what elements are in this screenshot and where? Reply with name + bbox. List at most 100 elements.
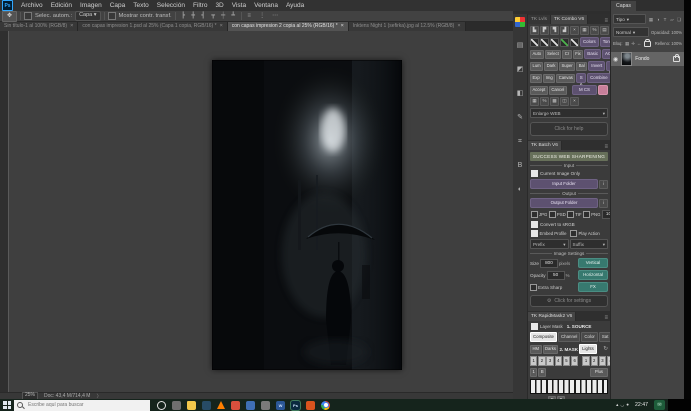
tk-mini-button[interactable]: Lum — [530, 62, 543, 71]
lights-zone-button[interactable]: 3 — [599, 356, 606, 366]
tk-action-icon[interactable]: ▦ — [580, 26, 589, 35]
layer-thumbnail[interactable] — [621, 52, 632, 66]
visibility-eye-icon[interactable]: ◉ — [613, 56, 618, 63]
align-icon[interactable]: ┫ — [199, 12, 208, 20]
close-icon[interactable]: × — [70, 22, 73, 31]
fx-button[interactable]: FX — [578, 282, 608, 292]
tray-icon[interactable]: ● — [626, 402, 629, 408]
close-icon[interactable]: × — [457, 22, 460, 31]
tk-action-icon[interactable]: × — [570, 26, 579, 35]
size-field[interactable]: 800 — [540, 259, 558, 268]
move-tool-icon[interactable]: ✥ — [2, 11, 17, 22]
tk-mini-button[interactable]: Fix — [573, 50, 584, 59]
taskbar-app-icon[interactable] — [157, 401, 166, 410]
source-button[interactable]: Color — [581, 332, 598, 342]
format-option[interactable]: TIF — [567, 211, 581, 218]
tk-action-icon[interactable]: × — [570, 97, 579, 106]
plus-button[interactable]: Plus — [590, 368, 608, 377]
transform-controls-checkbox[interactable] — [108, 12, 116, 20]
zone-piano-keys[interactable] — [530, 379, 608, 394]
format-option[interactable]: JPG — [531, 211, 547, 218]
filter-icon[interactable]: T — [662, 16, 668, 23]
fill-group[interactable]: Relleno: 100% — [655, 41, 682, 46]
zone-sub-button-1[interactable]: 1 — [530, 368, 537, 377]
distribute-icon[interactable]: ⋯ — [271, 12, 280, 20]
menu-item[interactable]: Imagen — [76, 0, 106, 11]
filter-icon[interactable]: ▱ — [669, 16, 675, 23]
extra-sharp-checkbox[interactable] — [530, 284, 537, 291]
menu-item[interactable]: Capa — [106, 0, 130, 11]
lights-zone-button[interactable]: 1 — [582, 356, 589, 366]
taskbar-app-icon[interactable] — [187, 401, 196, 410]
format-checkbox[interactable] — [583, 211, 590, 218]
darks-zone-button[interactable]: 6 — [571, 356, 578, 366]
autoselect-dropdown[interactable]: Capa ▾ — [75, 11, 100, 21]
document-tab[interactable]: con capas impresion 1.psd al 25% (Capa 1… — [78, 22, 227, 31]
filter-icon[interactable]: ▦ — [648, 16, 654, 23]
tk-action-icon[interactable]: ▤ — [600, 26, 609, 35]
document-tab[interactable]: con capas impresion 2 copia al 25% (RGB/… — [228, 22, 349, 31]
tray-icon[interactable]: ▴ — [616, 402, 618, 408]
align-icon[interactable]: ╪ — [219, 12, 228, 20]
format-option[interactable]: PSD — [549, 211, 566, 218]
align-icon[interactable]: ┣ — [179, 12, 188, 20]
tk-button[interactable]: M CS — [572, 85, 597, 95]
panel-icon[interactable]: ◧ — [515, 89, 525, 99]
taskbar-app-icon[interactable] — [261, 401, 270, 410]
brush-slash-icon[interactable] — [550, 38, 559, 47]
source-button[interactable]: Channel — [558, 332, 580, 342]
align-icon[interactable]: ╋ — [189, 12, 198, 20]
tk-mini-button[interactable]: Exp — [530, 74, 542, 83]
horizontal-button[interactable]: Horizontal — [578, 270, 608, 280]
panel-tab[interactable]: TK Lvls — [528, 15, 551, 24]
info-icon[interactable]: i — [599, 180, 608, 189]
tk-button[interactable]: Combine — [587, 73, 611, 83]
layers-tab[interactable]: Capas — [611, 1, 636, 11]
brush-slash-icon[interactable] — [560, 38, 569, 47]
taskbar-app-icon[interactable]: Ps — [291, 401, 300, 410]
tk-mini-button[interactable]: Bal — [576, 62, 587, 71]
tk-mini-button[interactable]: Super — [559, 62, 575, 71]
tk-action-icon[interactable]: % — [540, 97, 549, 106]
brush-slash-icon[interactable] — [570, 38, 579, 47]
vertical-button[interactable]: Vertical — [578, 258, 608, 268]
menu-item[interactable]: Ayuda — [282, 0, 308, 11]
tk-action-icon[interactable]: ▦ — [530, 97, 539, 106]
panel-icon[interactable] — [515, 17, 525, 27]
panel-icon[interactable]: ▤ — [515, 41, 525, 51]
lock-option-icon[interactable]: ▦ — [625, 40, 630, 47]
darks-zone-button[interactable]: 5 — [563, 356, 570, 366]
darks-zone-button[interactable]: 4 — [555, 356, 562, 366]
close-icon[interactable]: × — [220, 22, 223, 31]
tk-action-icon[interactable]: ▛ — [540, 26, 549, 35]
taskbar-app-icon[interactable] — [306, 401, 315, 410]
hm-button[interactable]: HM — [530, 345, 542, 354]
tk-button[interactable]: Invert — [588, 61, 605, 71]
taskbar-app-icon[interactable] — [172, 401, 181, 410]
output-folder-button[interactable]: Output Folder — [530, 198, 598, 208]
filter-icon[interactable]: ❏ — [676, 16, 682, 23]
tk-action-icon[interactable]: % — [590, 26, 599, 35]
tk-mini-button[interactable]: Auto — [530, 50, 544, 59]
taskbar-app-icon[interactable]: W — [276, 401, 285, 410]
brush-slash-icon[interactable] — [530, 38, 539, 47]
lights-zone-button[interactable]: 2 — [591, 356, 598, 366]
click-for-settings-button[interactable]: ⚙ Click for settings — [530, 295, 608, 307]
brush-slash-icon[interactable] — [540, 38, 549, 47]
tk-mini-button[interactable]: Canvas — [556, 74, 575, 83]
tk-action-icon[interactable]: ▟ — [560, 26, 569, 35]
play-action-checkbox[interactable] — [570, 230, 577, 237]
taskbar-app-icon[interactable] — [321, 401, 330, 410]
tk-button[interactable]: Basic — [584, 49, 601, 59]
taskbar-app-icon[interactable] — [202, 401, 211, 410]
menu-item[interactable]: Filtro — [189, 0, 211, 11]
prefix-dropdown[interactable]: Prefix ▾ — [530, 239, 569, 249]
tk-button[interactable]: Colors — [580, 37, 599, 47]
suffix-dropdown[interactable]: Suffix ▾ — [570, 239, 609, 249]
taskbar-clock[interactable]: 22:47 — [635, 402, 648, 408]
distribute-icon[interactable]: ≡ — [245, 12, 254, 20]
format-option[interactable]: PNG — [583, 211, 600, 218]
panel-tab[interactable]: TK RapidMask2 V6 — [528, 312, 576, 321]
darks-button[interactable]: Darks — [543, 345, 559, 354]
tk-action-icon[interactable]: ◫ — [560, 97, 569, 106]
